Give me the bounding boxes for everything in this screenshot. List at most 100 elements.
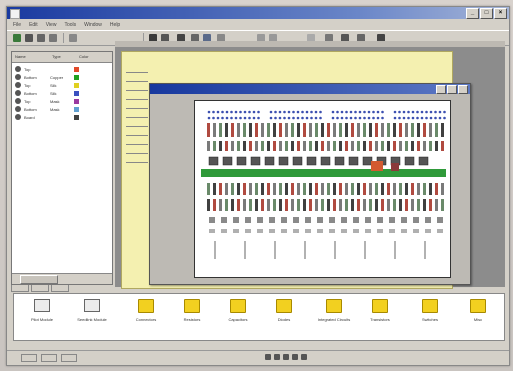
resistor bbox=[297, 141, 300, 151]
pin-dot bbox=[319, 110, 322, 114]
layer-row[interactable]: Bottom Silk bbox=[12, 89, 112, 97]
pad bbox=[437, 217, 443, 223]
pin-dot bbox=[305, 110, 309, 114]
close-button[interactable]: × bbox=[494, 8, 507, 19]
palette-item[interactable]: Misc bbox=[458, 299, 498, 337]
schematic-close-button[interactable] bbox=[458, 85, 468, 94]
layer-row[interactable]: Bottom Copper bbox=[12, 73, 112, 81]
resistor bbox=[231, 141, 234, 151]
layer-row[interactable]: Top bbox=[12, 65, 112, 73]
schematic-canvas[interactable] bbox=[194, 100, 451, 278]
resistor bbox=[369, 141, 372, 151]
capacitor bbox=[441, 199, 444, 211]
resistor bbox=[387, 123, 390, 137]
open-icon[interactable] bbox=[25, 34, 33, 42]
palette-item-label: Misc bbox=[473, 317, 483, 322]
layer-list: Top Bottom Copper Top Silk Bottom Silk Top Mask B… bbox=[12, 63, 112, 121]
zoom-fit-icon[interactable] bbox=[283, 354, 289, 360]
panel-tab[interactable] bbox=[31, 285, 49, 292]
layer-color-swatch[interactable] bbox=[74, 114, 79, 120]
schematic-window-titlebar[interactable] bbox=[150, 84, 470, 94]
column-color[interactable]: Color bbox=[76, 52, 89, 62]
layer-visibility-icon[interactable] bbox=[15, 114, 21, 120]
pin-dot bbox=[407, 116, 410, 120]
resistor bbox=[213, 141, 216, 151]
pin-dot bbox=[358, 110, 362, 114]
schematic-drawing[interactable] bbox=[195, 101, 450, 277]
layer-visibility-icon[interactable] bbox=[15, 66, 21, 72]
resistor bbox=[225, 123, 228, 137]
layer-row[interactable]: Board bbox=[12, 113, 112, 121]
palette-item[interactable]: Transistors bbox=[360, 299, 400, 337]
zoom-out-icon[interactable] bbox=[274, 354, 280, 360]
pin-dot bbox=[269, 110, 273, 114]
palette-item[interactable]: Integrated Circuits bbox=[314, 299, 354, 337]
column-type[interactable]: Type bbox=[49, 52, 76, 62]
layer-visibility-icon[interactable] bbox=[15, 106, 21, 112]
layer-visibility-icon[interactable] bbox=[15, 82, 21, 88]
resistor bbox=[351, 123, 354, 137]
palette-item[interactable]: Resistors bbox=[172, 299, 212, 337]
palette-item[interactable]: Seedlink Module bbox=[72, 299, 112, 337]
column-name[interactable]: Name bbox=[12, 52, 49, 62]
palette-item[interactable]: Pilot Module bbox=[22, 299, 62, 337]
cut-icon[interactable] bbox=[69, 34, 77, 42]
resistor bbox=[369, 123, 372, 137]
menu-tools[interactable]: Tools bbox=[64, 22, 76, 28]
ic-chip bbox=[264, 156, 275, 166]
panel-tab[interactable] bbox=[11, 285, 29, 292]
layer-row[interactable]: Top Mask bbox=[12, 97, 112, 105]
layer-color-swatch[interactable] bbox=[74, 106, 79, 112]
horizontal-scrollbar[interactable] bbox=[12, 273, 112, 284]
panel-tab[interactable] bbox=[51, 285, 69, 292]
pin-dot bbox=[216, 110, 220, 114]
folder-icon bbox=[372, 299, 388, 313]
layer-row[interactable]: Bottom Mask bbox=[12, 105, 112, 113]
layer-color-swatch[interactable] bbox=[74, 98, 79, 104]
zoom-in-icon[interactable] bbox=[265, 354, 271, 360]
minimize-button[interactable]: _ bbox=[466, 8, 479, 19]
scrollbar-thumb[interactable] bbox=[20, 275, 58, 284]
pin-dot bbox=[381, 116, 384, 120]
menu-window[interactable]: Window bbox=[84, 22, 102, 28]
palette-item[interactable]: Diodes bbox=[264, 299, 304, 337]
capacitor bbox=[279, 199, 282, 211]
layer-visibility-icon[interactable] bbox=[15, 90, 21, 96]
layer-color-swatch[interactable] bbox=[74, 90, 79, 96]
layer-visibility-icon[interactable] bbox=[15, 74, 21, 80]
maximize-button[interactable]: □ bbox=[480, 8, 493, 19]
layer-visibility-icon[interactable] bbox=[15, 98, 21, 104]
window-titlebar[interactable]: _ □ × bbox=[7, 7, 509, 19]
layer-color-swatch[interactable] bbox=[74, 74, 79, 80]
menu-view[interactable]: View bbox=[46, 22, 57, 28]
palette-item-label: Seedlink Module bbox=[77, 317, 107, 322]
pin-dot bbox=[292, 110, 295, 114]
pin-dot bbox=[381, 110, 384, 114]
save-icon[interactable] bbox=[37, 34, 45, 42]
capacitor bbox=[291, 183, 294, 195]
status-panel bbox=[61, 354, 77, 362]
menu-file[interactable]: File bbox=[13, 22, 21, 28]
capacitor bbox=[231, 183, 234, 195]
menu-help[interactable]: Help bbox=[110, 22, 120, 28]
capacitor bbox=[351, 199, 354, 211]
palette-item[interactable]: Capacitors bbox=[218, 299, 258, 337]
resistor bbox=[345, 141, 348, 151]
schematic-minimize-button[interactable] bbox=[436, 85, 446, 94]
print-icon[interactable] bbox=[49, 34, 57, 42]
pin-dot bbox=[257, 110, 260, 114]
layer-color-swatch[interactable] bbox=[74, 66, 79, 72]
palette-item[interactable]: Switches bbox=[410, 299, 450, 337]
refresh-icon[interactable] bbox=[301, 354, 307, 360]
palette-item[interactable]: Connectors bbox=[126, 299, 166, 337]
pan-icon[interactable] bbox=[292, 354, 298, 360]
menu-edit[interactable]: Edit bbox=[29, 22, 38, 28]
resistor bbox=[321, 123, 324, 137]
pad bbox=[413, 217, 419, 223]
new-icon[interactable] bbox=[13, 34, 21, 42]
layer-row[interactable]: Top Silk bbox=[12, 81, 112, 89]
schematic-maximize-button[interactable] bbox=[447, 85, 457, 94]
palette-item-label: Switches bbox=[421, 317, 438, 322]
pad bbox=[353, 229, 359, 233]
layer-color-swatch[interactable] bbox=[74, 82, 79, 88]
